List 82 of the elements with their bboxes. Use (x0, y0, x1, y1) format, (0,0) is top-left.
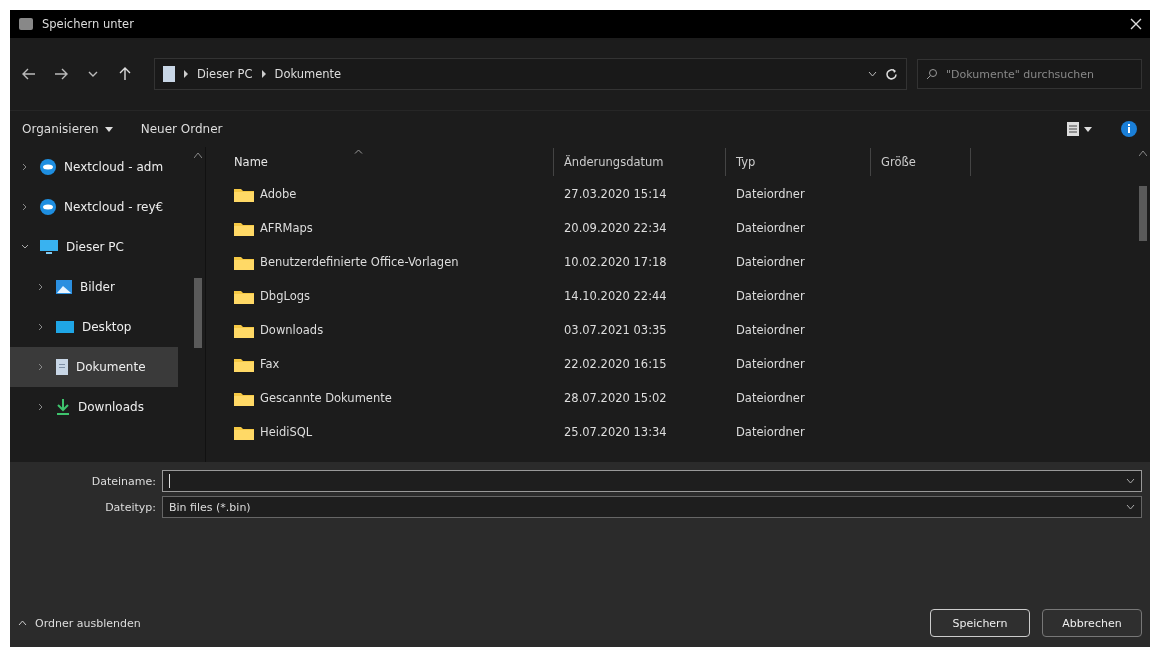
file-type: Dateiordner (736, 357, 805, 371)
tree-item[interactable]: Nextcloud - rey€ (10, 187, 178, 227)
breadcrumb-item[interactable]: Dieser PC (197, 67, 253, 81)
scroll-up-icon[interactable] (1139, 151, 1147, 156)
file-type: Dateiordner (736, 221, 805, 235)
window-icon (18, 17, 34, 31)
file-name[interactable]: Downloads (260, 323, 324, 337)
tree-item[interactable]: Nextcloud - adm (10, 147, 178, 187)
chevron-right-icon (260, 70, 267, 78)
cloud-icon (39, 158, 57, 176)
column-header[interactable]: Änderungsdatum (554, 148, 726, 176)
scrollbar-thumb[interactable] (1139, 186, 1147, 241)
field-label: Dateiname: (90, 474, 156, 488)
folder-icon (234, 322, 254, 338)
modified-date: 27.03.2020 15:14 (564, 187, 667, 201)
file-name[interactable]: Benutzerdefinierte Office-Vorlagen (260, 255, 459, 269)
column-header[interactable]: Typ (726, 148, 871, 176)
scrollbar-thumb[interactable] (194, 278, 202, 348)
folder-icon (234, 424, 254, 440)
picture-icon (55, 278, 73, 296)
save-button[interactable]: Speichern (930, 609, 1030, 637)
cancel-button[interactable]: Abbrechen (1042, 609, 1142, 637)
tree-item[interactable]: Desktop (10, 307, 178, 347)
file-type: Dateiordner (736, 187, 805, 201)
modified-date: 14.10.2020 22:44 (564, 289, 667, 303)
cloud-icon (39, 198, 57, 216)
desktop-icon (55, 319, 75, 335)
new-folder-button[interactable]: Neuer Ordner (140, 122, 223, 136)
modified-date: 03.07.2021 03:35 (564, 323, 667, 337)
file-type: Dateiordner (736, 323, 805, 337)
file-name[interactable]: AFRMaps (260, 221, 313, 235)
chevron-down-icon[interactable] (1126, 478, 1135, 484)
refresh-icon[interactable] (885, 67, 898, 81)
modified-date: 20.09.2020 22:34 (564, 221, 667, 235)
file-name[interactable]: Gescannte Dokumente (260, 391, 392, 405)
tree-item[interactable]: Dieser PC (10, 227, 178, 267)
column-header[interactable]: Name (224, 148, 554, 176)
chevron-down-icon[interactable] (1126, 504, 1135, 510)
file-name[interactable]: DbgLogs (260, 289, 310, 303)
file-type: Dateiordner (736, 391, 805, 405)
folder-icon (234, 390, 254, 406)
column-header[interactable]: Größe (871, 148, 971, 176)
filetype-dropdown[interactable]: Bin files (*.bin) (162, 496, 1142, 518)
folder-icon (234, 356, 254, 372)
scroll-up-icon[interactable] (194, 153, 202, 158)
hide-folders-button[interactable]: Ordner ausblenden (18, 616, 141, 630)
document-icon (55, 358, 69, 376)
chevron-up-icon (18, 620, 27, 626)
file-type: Dateiordner (736, 255, 805, 269)
file-type: Dateiordner (736, 289, 805, 303)
sort-caret-icon (354, 149, 363, 154)
folder-icon (234, 220, 254, 236)
folder-icon (234, 254, 254, 270)
filename-field[interactable] (162, 470, 1142, 492)
download-icon (55, 398, 71, 416)
file-name[interactable]: Fax (260, 357, 280, 371)
field-label: Dateityp: (104, 500, 156, 514)
view-menu-icon[interactable] (1066, 121, 1092, 137)
folder-icon (234, 186, 254, 202)
file-name[interactable]: Adobe (260, 187, 297, 201)
monitor-icon (39, 238, 59, 256)
chevron-down-icon[interactable] (868, 71, 877, 77)
document-icon (163, 66, 175, 82)
close-icon[interactable] (1130, 18, 1142, 30)
breadcrumb-item[interactable]: Dokumente (274, 67, 342, 81)
modified-date: 22.02.2020 16:15 (564, 357, 667, 371)
modified-date: 10.02.2020 17:18 (564, 255, 667, 269)
chevron-right-icon (183, 70, 189, 78)
search-field[interactable]: "Dokumente" durchsuchen (917, 59, 1142, 89)
tree-item[interactable]: Bilder (10, 267, 178, 307)
organize-menu[interactable]: Organisieren (22, 122, 113, 136)
window-title: Speichern unter (42, 17, 135, 31)
dropdown-caret-icon (104, 126, 113, 132)
modified-date: 25.07.2020 13:34 (564, 425, 667, 439)
help-icon[interactable] (1120, 120, 1138, 138)
file-type: Dateiordner (736, 425, 805, 439)
modified-date: 28.07.2020 15:02 (564, 391, 667, 405)
address-bar[interactable]: Dieser PC Dokumente (154, 58, 907, 90)
tree-item[interactable]: Dokumente (10, 347, 178, 387)
folder-icon (234, 288, 254, 304)
file-name[interactable]: HeidiSQL (260, 425, 313, 439)
tree-item[interactable]: Downloads (10, 387, 178, 427)
